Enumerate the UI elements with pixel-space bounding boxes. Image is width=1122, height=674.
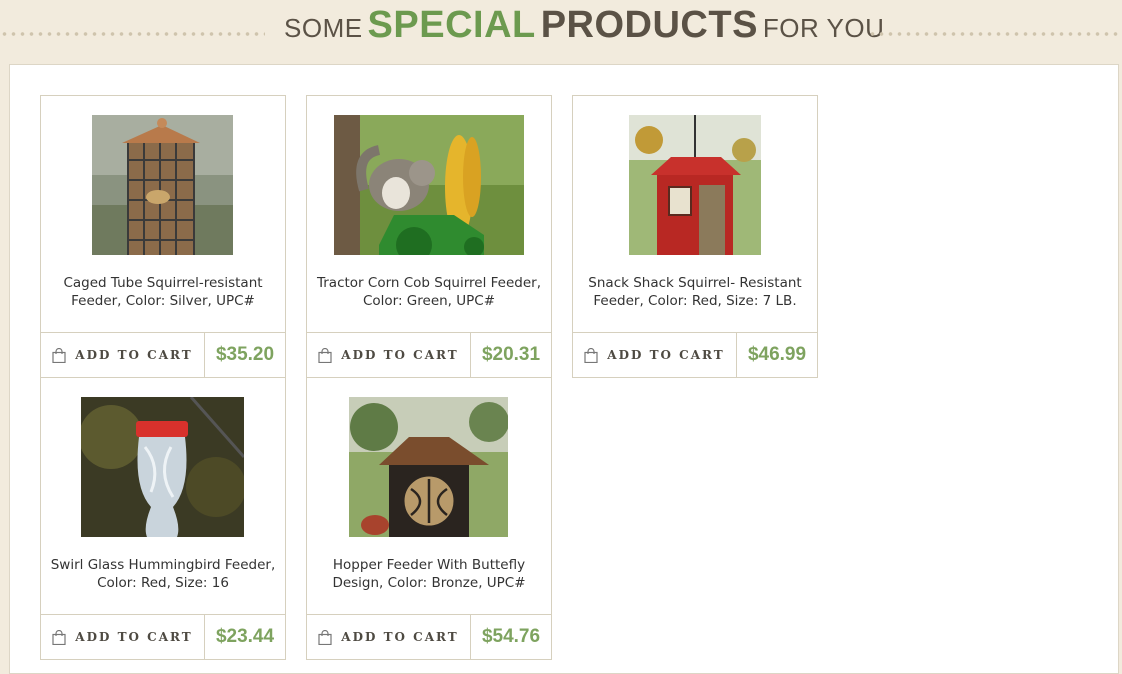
add-to-cart-label: ADD TO CART [75, 348, 193, 362]
product-name[interactable]: Swirl Glass Hummingbird Feeder, Color: R… [49, 556, 277, 592]
dotted-divider-right [868, 31, 1122, 37]
product-card[interactable]: Hopper Feeder With Buttefly Design, Colo… [306, 377, 552, 660]
product-image-hopper-butterfly-feeder[interactable] [349, 397, 508, 537]
add-to-cart-button[interactable]: ADD TO CART [573, 333, 737, 377]
add-to-cart-label: ADD TO CART [75, 630, 193, 644]
product-price: $46.99 [747, 344, 807, 365]
product-footer: ADD TO CART $54.76 [307, 614, 551, 659]
product-image-snack-shack-feeder[interactable] [629, 115, 761, 255]
add-to-cart-button[interactable]: ADD TO CART [41, 615, 205, 659]
add-to-cart-label: ADD TO CART [341, 630, 459, 644]
product-name[interactable]: Tractor Corn Cob Squirrel Feeder, Color:… [315, 274, 543, 310]
title-some: SOME [284, 13, 363, 43]
title-products: PRODUCTS [540, 4, 758, 46]
product-footer: ADD TO CART $23.44 [41, 614, 285, 659]
product-price: $23.44 [215, 626, 275, 647]
products-panel: Caged Tube Squirrel-resistant Feeder, Co… [9, 64, 1119, 674]
shopping-bag-icon [318, 629, 332, 645]
shopping-bag-icon [52, 629, 66, 645]
product-image-hummingbird-feeder[interactable] [81, 397, 244, 537]
product-name[interactable]: Hopper Feeder With Buttefly Design, Colo… [315, 556, 543, 592]
product-card[interactable]: Snack Shack Squirrel- Resistant Feeder, … [572, 95, 818, 378]
title-special: SPECIAL [367, 4, 536, 46]
product-footer: ADD TO CART $35.20 [41, 332, 285, 377]
add-to-cart-button[interactable]: ADD TO CART [307, 615, 471, 659]
shopping-bag-icon [318, 347, 332, 363]
product-card[interactable]: Tractor Corn Cob Squirrel Feeder, Color:… [306, 95, 552, 378]
dotted-divider-left [0, 31, 265, 37]
product-name[interactable]: Snack Shack Squirrel- Resistant Feeder, … [581, 274, 809, 310]
product-image-tractor-corn-feeder[interactable] [334, 115, 524, 255]
shopping-bag-icon [52, 347, 66, 363]
product-card[interactable]: Swirl Glass Hummingbird Feeder, Color: R… [40, 377, 286, 660]
product-price: $35.20 [215, 344, 275, 365]
product-footer: ADD TO CART $46.99 [573, 332, 817, 377]
product-price: $20.31 [481, 344, 541, 365]
shopping-bag-icon [584, 347, 598, 363]
product-image-caged-tube-feeder[interactable] [92, 115, 233, 255]
title-for-you: FOR YOU [762, 13, 885, 43]
product-footer: ADD TO CART $20.31 [307, 332, 551, 377]
add-to-cart-label: ADD TO CART [607, 348, 725, 362]
add-to-cart-button[interactable]: ADD TO CART [307, 333, 471, 377]
product-card[interactable]: Caged Tube Squirrel-resistant Feeder, Co… [40, 95, 286, 378]
add-to-cart-button[interactable]: ADD TO CART [41, 333, 205, 377]
product-price: $54.76 [481, 626, 541, 647]
add-to-cart-label: ADD TO CART [341, 348, 459, 362]
section-heading: SOME SPECIAL PRODUCTS FOR YOU [0, 0, 1122, 64]
product-name[interactable]: Caged Tube Squirrel-resistant Feeder, Co… [49, 274, 277, 310]
section-title: SOME SPECIAL PRODUCTS FOR YOU [284, 4, 884, 47]
